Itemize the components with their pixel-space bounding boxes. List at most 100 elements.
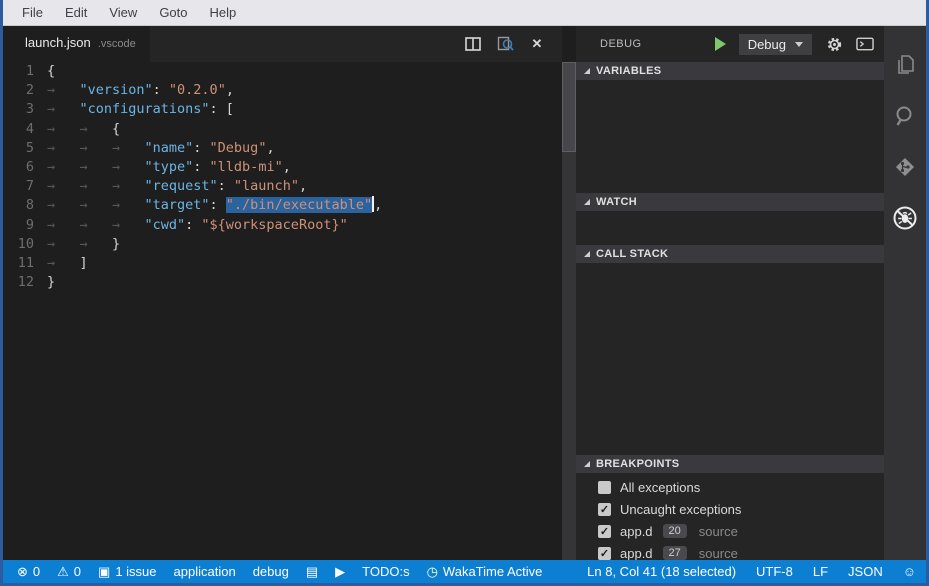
twistie-icon: [584, 199, 590, 205]
clock-icon: ◷: [427, 565, 438, 578]
status-item-0[interactable]: ⊗0: [17, 564, 40, 579]
tab-whitespace-icon: →: [47, 100, 80, 119]
section-header-breakpoints[interactable]: BREAKPOINTS: [576, 455, 884, 473]
line-number: 5: [3, 139, 47, 158]
code-line[interactable]: 5→→→"name": "Debug",: [3, 139, 562, 158]
warning-triangle-icon: ⚠: [57, 565, 69, 578]
twistie-icon: [584, 68, 590, 74]
breakpoint-row[interactable]: ✓Uncaught exceptions: [576, 498, 884, 520]
tab-whitespace-icon: →: [47, 120, 80, 139]
split-editor-icon[interactable]: [464, 35, 482, 53]
breakpoint-checkbox[interactable]: ✓: [598, 547, 611, 560]
scrollbar-thumb[interactable]: [562, 62, 576, 152]
section-header-variables[interactable]: VARIABLES: [576, 62, 884, 80]
debug-repl-icon[interactable]: [856, 35, 874, 53]
debug-side-panel: DEBUG Debug VARIABLES WATCH: [576, 26, 884, 560]
status-item-wakatime-active[interactable]: ◷WakaTime Active: [427, 564, 543, 579]
breakpoint-checkbox[interactable]: ✓: [598, 503, 611, 516]
code-token: :: [185, 217, 201, 233]
tab-whitespace-icon: →: [47, 254, 80, 273]
status-bar: ⊗0⚠0▣1 issueapplicationdebug▤▶TODO:s◷Wak…: [3, 560, 926, 583]
breakpoint-checkbox[interactable]: [598, 481, 611, 494]
status-item-utf-8[interactable]: UTF-8: [756, 564, 793, 579]
code-token: :: [153, 82, 169, 98]
status-item-todo-s[interactable]: TODO:s: [362, 564, 409, 579]
open-preview-icon[interactable]: [496, 35, 514, 53]
code-token: ,: [226, 82, 234, 98]
editor-actions: ✕: [464, 35, 562, 53]
menu-goto[interactable]: Goto: [148, 0, 198, 26]
tab-launch-json[interactable]: launch.json .vscode: [3, 26, 150, 62]
smiley-icon: ☺: [903, 565, 916, 578]
section-header-watch[interactable]: WATCH: [576, 193, 884, 211]
explorer-files-icon[interactable]: [884, 39, 926, 90]
tab-whitespace-icon: →: [80, 158, 113, 177]
tab-whitespace-icon: →: [80, 139, 113, 158]
start-debug-icon[interactable]: [715, 37, 726, 51]
status-item-note-file[interactable]: ▤: [306, 565, 318, 578]
menu-edit[interactable]: Edit: [54, 0, 98, 26]
breakpoint-row[interactable]: ✓app.d20source: [576, 520, 884, 542]
status-label: 0: [74, 564, 81, 579]
debug-config-dropdown[interactable]: Debug: [739, 34, 812, 55]
code-line[interactable]: 10→→}: [3, 235, 562, 254]
debug-toolbar: DEBUG Debug: [576, 26, 884, 62]
code-area: 1{2→"version": "0.2.0",3→"configurations…: [3, 62, 562, 292]
code-line[interactable]: 4→→{: [3, 120, 562, 139]
code-token: ]: [80, 255, 88, 271]
status-item-run-play[interactable]: ▶: [335, 565, 345, 578]
note-file-icon: ▤: [306, 565, 318, 578]
status-item-1-issue[interactable]: ▣1 issue: [98, 564, 157, 579]
tab-title: launch.json: [25, 35, 91, 50]
section-header-call-stack[interactable]: CALL STACK: [576, 245, 884, 263]
code-line[interactable]: 11→]: [3, 254, 562, 273]
editor-scrollbar[interactable]: [562, 62, 576, 560]
code-line[interactable]: 1{: [3, 62, 562, 81]
code-editor[interactable]: 1{2→"version": "0.2.0",3→"configurations…: [3, 62, 562, 560]
status-label: 0: [33, 564, 40, 579]
breakpoint-checkbox[interactable]: ✓: [598, 525, 611, 538]
status-item-smiley[interactable]: ☺: [903, 565, 916, 578]
code-line[interactable]: 7→→→"request": "launch",: [3, 177, 562, 196]
breakpoint-label: app.d: [620, 524, 653, 539]
line-number: 1: [3, 62, 47, 81]
tab-description: .vscode: [98, 38, 136, 50]
code-line[interactable]: 3→"configurations": [: [3, 100, 562, 119]
breakpoint-row[interactable]: All exceptions: [576, 476, 884, 498]
code-token: "0.2.0": [169, 82, 226, 98]
menu-view[interactable]: View: [98, 0, 148, 26]
code-line[interactable]: 12}: [3, 273, 562, 292]
status-item-json[interactable]: JSON: [848, 564, 883, 579]
search-icon[interactable]: [884, 90, 926, 141]
code-token: "cwd": [145, 217, 186, 233]
code-text: →]: [47, 254, 88, 273]
status-item-application[interactable]: application: [174, 564, 236, 579]
call-stack-body: [576, 263, 884, 455]
debug-disabled-icon[interactable]: [884, 192, 926, 243]
breakpoint-detail: source: [699, 524, 738, 539]
status-item-ln-8-col-41-18-selected-[interactable]: Ln 8, Col 41 (18 selected): [587, 564, 736, 579]
code-line[interactable]: 2→"version": "0.2.0",: [3, 81, 562, 100]
code-line[interactable]: 8→→→"target": "./bin/executable",: [3, 196, 562, 215]
git-icon[interactable]: [884, 141, 926, 192]
breakpoint-label: All exceptions: [620, 480, 700, 495]
code-line[interactable]: 9→→→"cwd": "${workspaceRoot}": [3, 216, 562, 235]
code-text: →→→"type": "lldb-mi",: [47, 158, 291, 177]
breakpoints-body: All exceptions✓Uncaught exceptions✓app.d…: [576, 473, 884, 560]
code-token: "./bin/executable": [226, 197, 372, 213]
tab-whitespace-icon: →: [47, 216, 80, 235]
close-icon[interactable]: ✕: [528, 35, 546, 53]
code-token: "type": [145, 159, 194, 175]
status-item-debug[interactable]: debug: [253, 564, 289, 579]
code-text: {: [47, 62, 55, 81]
code-token: : [: [210, 101, 234, 117]
settings-gear-icon[interactable]: [825, 35, 843, 53]
section-title: VARIABLES: [596, 65, 661, 77]
menu-file[interactable]: File: [11, 0, 54, 26]
status-item-lf[interactable]: LF: [813, 564, 828, 579]
status-item-0[interactable]: ⚠0: [57, 564, 81, 579]
menu-help[interactable]: Help: [199, 0, 248, 26]
breakpoint-row[interactable]: ✓app.d27source: [576, 542, 884, 560]
code-line[interactable]: 6→→→"type": "lldb-mi",: [3, 158, 562, 177]
section-title: BREAKPOINTS: [596, 458, 679, 470]
